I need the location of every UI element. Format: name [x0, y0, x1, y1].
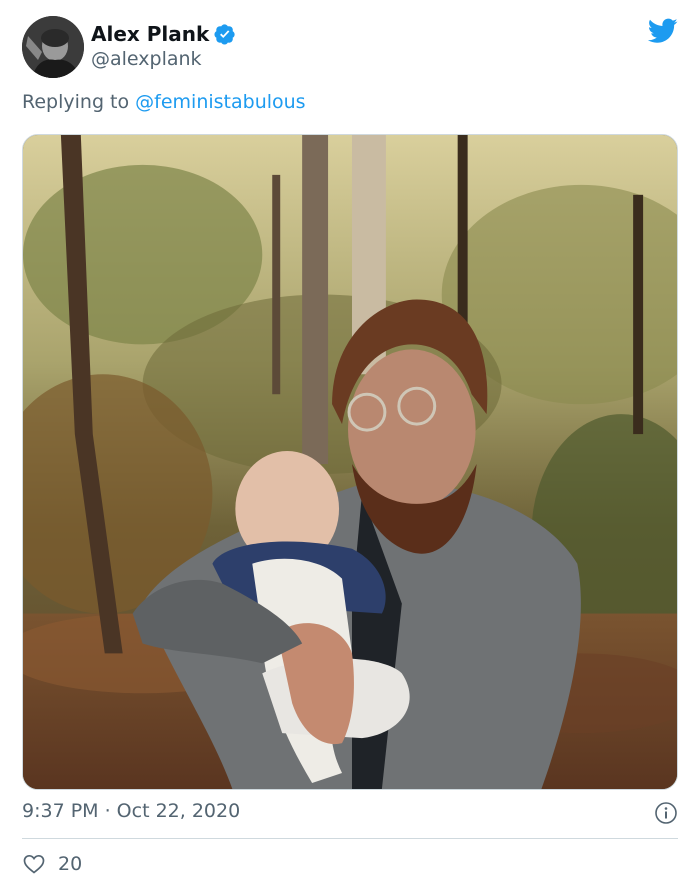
tweet-photo[interactable]	[22, 134, 678, 790]
photo-of-man-holding-baby-in-woods	[23, 135, 677, 789]
twitter-bird-icon[interactable]	[647, 18, 678, 44]
footer-divider	[22, 838, 678, 839]
info-icon[interactable]	[654, 801, 678, 825]
reply-prefix: Replying to	[22, 91, 136, 113]
heart-icon[interactable]	[22, 852, 46, 876]
verified-badge-icon	[214, 23, 236, 45]
avatar[interactable]	[22, 16, 84, 78]
reply-context: Replying to @feministabulous	[22, 91, 306, 113]
author-name-row[interactable]: Alex Plank	[91, 22, 236, 46]
like-action[interactable]: 20	[22, 852, 82, 876]
like-count: 20	[58, 853, 83, 875]
author-name[interactable]: Alex Plank	[91, 22, 209, 46]
tweet-card: Alex Plank @alexplank Replying to @femin…	[0, 0, 700, 892]
author-handle[interactable]: @alexplank	[91, 48, 202, 70]
tweet-timestamp[interactable]: 9:37 PM · Oct 22, 2020	[22, 800, 240, 822]
reply-mention-link[interactable]: @feministabulous	[135, 91, 305, 113]
